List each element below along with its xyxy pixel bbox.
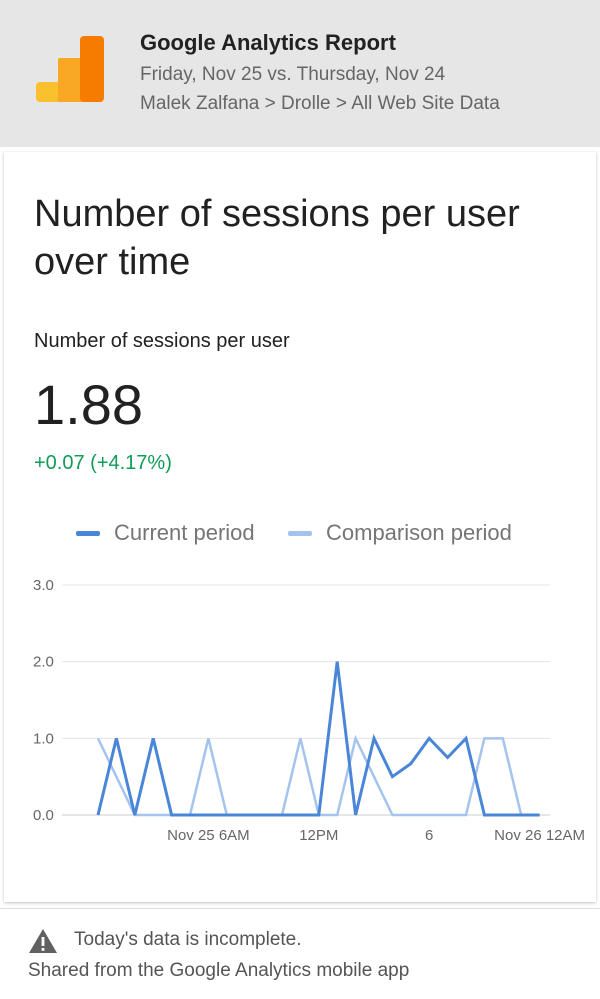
metric-label: Number of sessions per user: [34, 330, 290, 352]
legend-item-current: Current period: [76, 520, 255, 546]
warning-triangle-icon: [29, 929, 57, 953]
metric-delta: +0.07 (+4.17%): [34, 452, 172, 474]
metric-card: Number of sessions per user over time Nu…: [4, 152, 596, 902]
report-title: Google Analytics Report: [140, 30, 396, 55]
card-title: Number of sessions per user over time: [34, 193, 520, 283]
google-analytics-logo-icon: [36, 36, 104, 102]
legend-swatch-comparison: [288, 530, 312, 536]
shared-from-notice: Shared from the Google Analytics mobile …: [28, 960, 410, 981]
legend-label-current: Current period: [114, 520, 255, 545]
incomplete-data-notice: Today's data is incomplete.: [74, 929, 302, 950]
legend-label-comparison: Comparison period: [326, 520, 512, 545]
legend-item-comparison: Comparison period: [288, 520, 512, 546]
footer-divider: [0, 908, 600, 909]
breadcrumb: Malek Zalfana > Drolle > All Web Site Da…: [140, 93, 500, 114]
report-header: Google Analytics Report Friday, Nov 25 v…: [0, 0, 600, 147]
legend-swatch-current: [76, 530, 100, 536]
date-range: Friday, Nov 25 vs. Thursday, Nov 24: [140, 64, 446, 85]
metric-value: 1.88: [34, 373, 143, 436]
